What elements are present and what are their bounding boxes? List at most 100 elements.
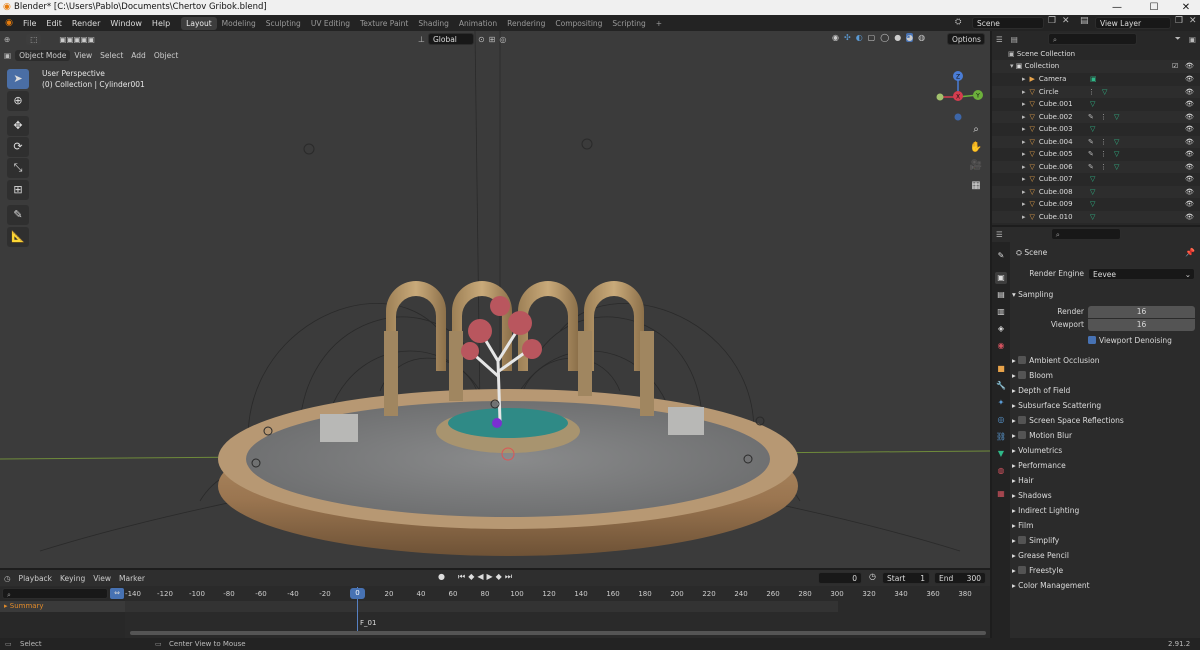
- render-section-header[interactable]: ▸ Shadows: [1012, 489, 1197, 503]
- wireframe-shading-icon[interactable]: ◯: [880, 33, 889, 42]
- menu-edit[interactable]: Edit: [41, 19, 67, 28]
- mesh-data-icon[interactable]: ▽: [1114, 148, 1119, 161]
- expand-icon[interactable]: ▸: [1022, 100, 1026, 108]
- visibility-eye-icon[interactable]: 👁: [1185, 148, 1194, 161]
- outliner-item-label[interactable]: Cube.006: [1039, 163, 1073, 171]
- outliner-item-label[interactable]: Camera: [1039, 75, 1066, 83]
- proportional-edit-icon[interactable]: ◎: [499, 35, 506, 44]
- tab-texture-paint[interactable]: Texture Paint: [355, 17, 413, 30]
- outliner-item-label[interactable]: Cube.005: [1039, 150, 1073, 158]
- menu-render[interactable]: Render: [67, 19, 105, 28]
- object-tab-icon[interactable]: ■: [995, 363, 1007, 375]
- expand-icon[interactable]: ▸: [1022, 150, 1026, 158]
- mesh-data-icon[interactable]: ▽: [1114, 111, 1119, 124]
- tab-shading[interactable]: Shading: [413, 17, 453, 30]
- select-tool-icon[interactable]: ⬚: [26, 33, 42, 45]
- marker-label[interactable]: F_01: [360, 619, 376, 627]
- visibility-eye-icon[interactable]: 👁: [1185, 98, 1194, 111]
- section-enable-checkbox[interactable]: [1018, 356, 1027, 364]
- zoom-icon[interactable]: ⌕: [968, 122, 984, 138]
- visibility-eye-icon[interactable]: 👁: [1185, 186, 1194, 199]
- texture-tab-icon[interactable]: ▦: [995, 488, 1007, 500]
- expand-icon[interactable]: ▸: [1022, 163, 1026, 171]
- outliner-item[interactable]: ▸ ▽ Cube.001 ▽ 👁: [992, 98, 1200, 111]
- expand-icon[interactable]: ▸: [1022, 113, 1026, 121]
- menu-window[interactable]: Window: [105, 19, 147, 28]
- outliner-item-label[interactable]: Cube.008: [1039, 188, 1073, 196]
- modifier-icon[interactable]: ✎: [1088, 111, 1094, 124]
- rotate-tool-icon[interactable]: ⟳: [7, 137, 29, 157]
- pivot-icon[interactable]: ⊙: [478, 35, 485, 44]
- tab-rendering[interactable]: Rendering: [502, 17, 550, 30]
- data-tab-icon[interactable]: ▼: [995, 448, 1007, 460]
- render-section-header[interactable]: ▸ Hair: [1012, 474, 1197, 488]
- tab-sculpting[interactable]: Sculpting: [261, 17, 306, 30]
- visibility-eye-icon[interactable]: 👁: [1185, 198, 1194, 211]
- outliner-item[interactable]: ▸ ▽ Cube.009 ▽ 👁: [992, 198, 1200, 211]
- outliner-item[interactable]: ▸ ▽ Cube.010 ▽ 👁: [992, 210, 1200, 223]
- transform-tool-icon[interactable]: ⊞: [7, 180, 29, 200]
- pin-icon[interactable]: 📌: [1185, 248, 1195, 257]
- outliner-item-label[interactable]: Cube.010: [1039, 213, 1073, 221]
- expand-icon[interactable]: ▸: [1022, 125, 1026, 133]
- section-enable-checkbox[interactable]: [1018, 371, 1027, 379]
- outliner-item-label[interactable]: Cube.004: [1039, 138, 1073, 146]
- world-tab-icon[interactable]: ◉: [995, 340, 1007, 352]
- select-mode-icons[interactable]: ▣▣▣▣▣: [55, 34, 98, 45]
- outliner-item-label[interactable]: Circle: [1039, 88, 1059, 96]
- mesh-data-icon[interactable]: ▽: [1102, 86, 1107, 99]
- new-collection-icon[interactable]: ▣: [1185, 34, 1200, 45]
- copy-view-layer-icon[interactable]: ❐: [1175, 16, 1183, 26]
- collection-eye-icon[interactable]: 👁: [1185, 60, 1194, 73]
- editor-type-icon[interactable]: ⊕: [0, 34, 14, 45]
- navigation-gizmo[interactable]: Z Y X: [930, 69, 986, 125]
- mode-selector[interactable]: Object Mode: [15, 49, 71, 61]
- visibility-eye-icon[interactable]: 👁: [1185, 86, 1194, 99]
- expand-icon[interactable]: ▸: [1022, 88, 1026, 96]
- scene-selector[interactable]: Scene: [972, 17, 1044, 29]
- frame-ruler[interactable]: -140 -120 -100 -80 -60 -40 -20 20 40 60 80 100 120 14…: [0, 570, 990, 600]
- menu-select[interactable]: Select: [96, 50, 127, 61]
- expand-icon[interactable]: ▸: [1022, 213, 1026, 221]
- viewport-denoising-checkbox[interactable]: [1088, 336, 1096, 344]
- mesh-data-icon[interactable]: ▽: [1114, 161, 1119, 174]
- section-enable-checkbox[interactable]: [1018, 566, 1027, 574]
- outliner-item[interactable]: ▸ ▽ Circle ⋮ ▽ 👁: [992, 85, 1200, 99]
- outliner-item[interactable]: ▸ ▽ Cube.006 ✎ ⋮ ▽ 👁: [992, 160, 1200, 174]
- constraint-icon[interactable]: ⋮: [1100, 136, 1107, 149]
- visibility-icon[interactable]: ◉: [832, 33, 839, 42]
- physics-tab-icon[interactable]: ◎: [995, 414, 1007, 426]
- tool-tab-icon[interactable]: ✎: [995, 250, 1007, 262]
- timeline-editor[interactable]: ◷ Playback Keying View Marker ● ⏮ ◆ ◀ ▶ …: [0, 570, 990, 638]
- collection-row[interactable]: ▾ ▣ Collection ☑ 👁: [992, 60, 1200, 73]
- expand-collection-icon[interactable]: ▾: [1010, 62, 1014, 70]
- blender-menu-icon[interactable]: ◉: [0, 18, 18, 28]
- outliner-item-label[interactable]: Cube.003: [1039, 125, 1073, 133]
- ortho-grid-icon[interactable]: ▦: [968, 178, 984, 194]
- menu-view[interactable]: View: [70, 50, 96, 61]
- properties-search-input[interactable]: ⌕: [1050, 228, 1121, 240]
- summary-row[interactable]: ▸ Summary: [0, 601, 125, 612]
- render-section-header[interactable]: ▸ Volumetrics: [1012, 444, 1197, 458]
- particles-tab-icon[interactable]: ✦: [995, 397, 1007, 409]
- properties-editor[interactable]: ☰ ⌕ ✎ ▣ ▤ ▥ ◈ ◉ ■ 🔧 ✦ ◎ ⛓ ▼ ◍ ▦ ⛭ Scene …: [992, 227, 1200, 638]
- render-section-header[interactable]: ▸ Subsurface Scattering: [1012, 399, 1197, 413]
- visibility-eye-icon[interactable]: 👁: [1185, 73, 1194, 86]
- mesh-data-icon[interactable]: ▽: [1090, 186, 1095, 199]
- sampling-section-header[interactable]: ▾ Sampling: [1012, 288, 1197, 302]
- constraint-icon[interactable]: ⋮: [1088, 86, 1095, 99]
- camera-data-icon[interactable]: ▣: [1090, 73, 1097, 86]
- scene-collection-row[interactable]: ▣ Scene Collection: [992, 48, 1200, 61]
- render-tab-icon[interactable]: ▣: [995, 272, 1007, 284]
- scale-tool-icon[interactable]: ⤡: [7, 158, 29, 178]
- section-enable-checkbox[interactable]: [1018, 431, 1027, 439]
- minimize-button[interactable]: —: [1103, 0, 1131, 15]
- mesh-data-icon[interactable]: ▽: [1090, 173, 1095, 186]
- constraints-tab-icon[interactable]: ⛓: [995, 431, 1007, 443]
- outliner-item[interactable]: ▸ ▽ Cube.007 ▽ 👁: [992, 173, 1200, 186]
- select-box-tool-icon[interactable]: ➤: [7, 69, 29, 89]
- outliner-item-label[interactable]: Cube.001: [1039, 100, 1073, 108]
- render-section-header[interactable]: ▸ Simplify: [1012, 534, 1197, 548]
- mesh-data-icon[interactable]: ▽: [1090, 198, 1095, 211]
- filter-icon[interactable]: ⏷: [1171, 33, 1185, 45]
